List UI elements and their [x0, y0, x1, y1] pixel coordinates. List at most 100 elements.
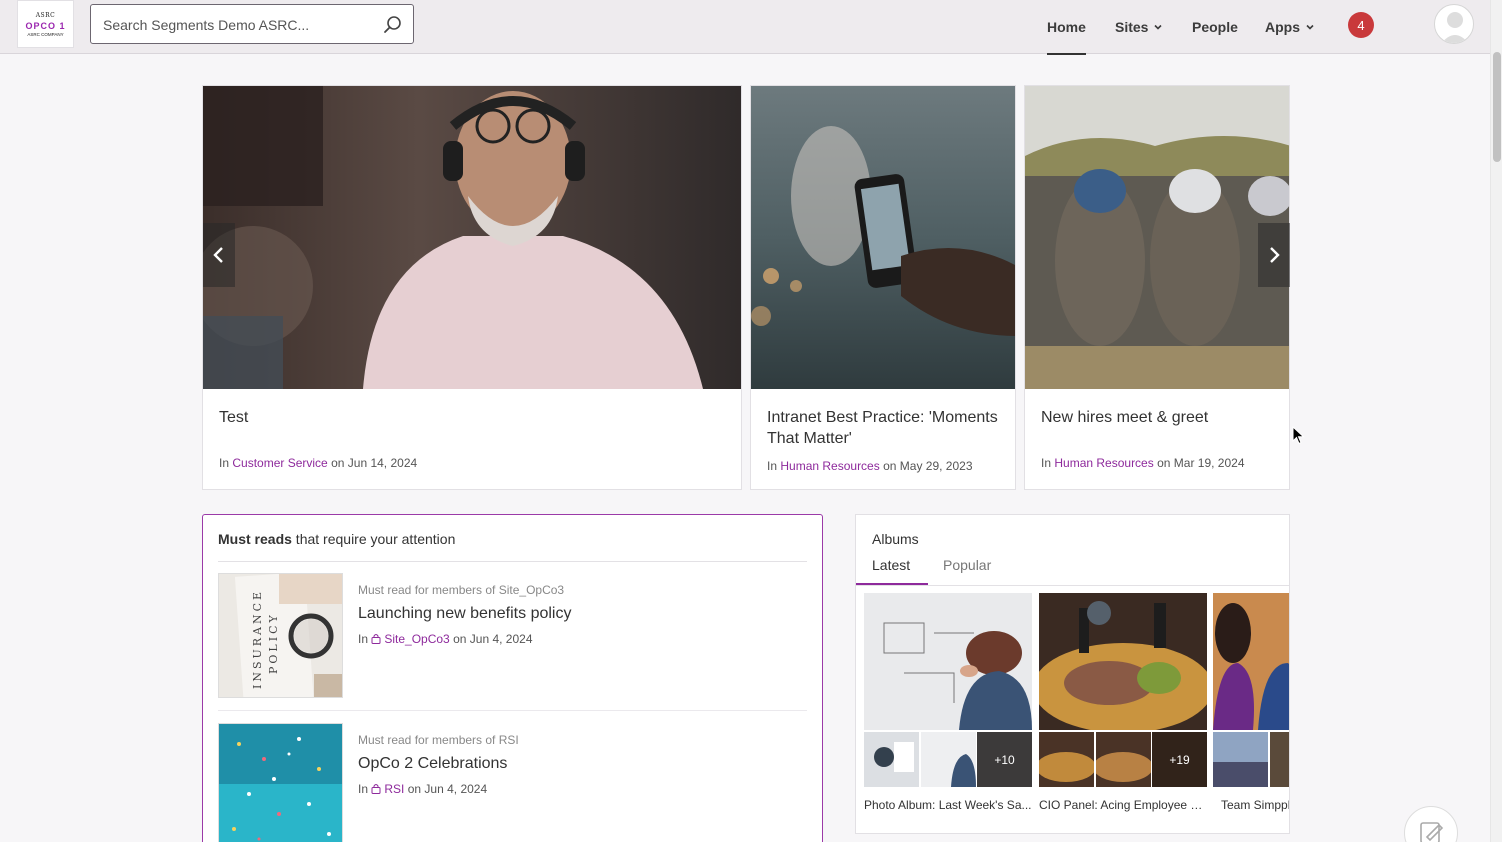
must-read-thumbnail[interactable]: INSURANCE POLICY — [218, 573, 343, 698]
album-thumbnail[interactable] — [1213, 732, 1268, 787]
nav-people[interactable]: People — [1192, 0, 1238, 54]
must-read-thumbnail[interactable] — [218, 723, 343, 842]
tabs-divider — [856, 585, 1289, 586]
must-read-subtitle: Must read for members of RSI — [358, 733, 519, 747]
meta-date-prefix: on — [453, 632, 467, 646]
mouse-pointer-icon — [1292, 426, 1305, 445]
search-input[interactable]: Search Segments Demo ASRC... — [90, 4, 414, 44]
album-caption[interactable]: Team Simppl — [1221, 798, 1289, 812]
nav-apps[interactable]: Apps — [1265, 0, 1315, 54]
featured-card-3[interactable]: New hires meet & greet In Human Resource… — [1024, 85, 1290, 490]
search-icon[interactable] — [383, 15, 403, 35]
album-photo — [1270, 732, 1289, 787]
album-thumbnail[interactable]: +10 — [977, 732, 1032, 787]
carousel-next-button[interactable] — [1258, 223, 1290, 287]
featured-meta: In Customer Service on Jun 14, 2024 — [219, 456, 417, 470]
logo-line-3: ASRC COMPANY — [27, 31, 64, 37]
post-date: Mar 19, 2024 — [1173, 456, 1245, 470]
meta-prefix: In — [358, 632, 369, 646]
album-thumbnail[interactable] — [1270, 732, 1289, 787]
divider — [218, 561, 807, 562]
nav-home[interactable]: Home — [1047, 0, 1086, 55]
must-read-item[interactable]: Must read for members of RSI OpCo 2 Cele… — [218, 723, 807, 842]
whiteboard-photo — [864, 593, 1032, 730]
confetti-image — [219, 724, 342, 842]
meta-date-prefix: on — [407, 782, 422, 796]
nav-apps-label: Apps — [1265, 19, 1300, 35]
site-link[interactable]: Customer Service — [232, 456, 327, 470]
post-date: Jun 14, 2024 — [347, 456, 418, 470]
must-read-title[interactable]: Launching new benefits policy — [358, 605, 571, 623]
post-date: Jun 4, 2024 — [469, 632, 533, 646]
meta-prefix: In — [1041, 456, 1052, 470]
tab-active-indicator — [856, 583, 928, 585]
album-more-count: +10 — [977, 732, 1032, 787]
must-read-item[interactable]: INSURANCE POLICY Must read for members o… — [218, 573, 807, 713]
album-thumbnail[interactable] — [1039, 732, 1094, 787]
album-photo — [921, 732, 976, 787]
must-reads-heading-bold: Must reads — [218, 531, 292, 547]
album-more-count: +19 — [1152, 732, 1207, 787]
nav-home-label: Home — [1047, 19, 1086, 35]
site-link[interactable]: Human Resources — [780, 459, 879, 473]
album-thumbnail[interactable] — [864, 732, 919, 787]
scrollbar-thumb[interactable] — [1493, 52, 1501, 162]
featured-title[interactable]: Test — [219, 407, 725, 428]
must-read-title[interactable]: OpCo 2 Celebrations — [358, 755, 507, 773]
team-event-photo — [1213, 593, 1289, 730]
site-link[interactable]: RSI — [384, 782, 404, 796]
album-cover[interactable] — [1213, 593, 1289, 730]
lock-icon — [371, 634, 381, 644]
featured-card-2[interactable]: Intranet Best Practice: 'Moments That Ma… — [750, 85, 1016, 490]
album-thumbnail[interactable]: +19 — [1152, 732, 1207, 787]
post-date: May 29, 2023 — [899, 459, 973, 473]
album-caption[interactable]: Photo Album: Last Week's Sa... — [864, 798, 1032, 812]
carousel-prev-button[interactable] — [203, 223, 235, 287]
album-photo — [1213, 732, 1268, 787]
company-logo[interactable]: ASRC OPCO 1 ASRC COMPANY — [17, 0, 74, 48]
meta-prefix: In — [358, 782, 369, 796]
user-silhouette-icon — [1441, 12, 1469, 43]
floating-action-button[interactable] — [1404, 806, 1458, 842]
chevron-down-icon — [1306, 24, 1314, 30]
must-read-meta: In Site_OpCo3 on Jun 4, 2024 — [358, 632, 533, 646]
site-link[interactable]: Site_OpCo3 — [384, 632, 449, 646]
notifications-badge[interactable]: 4 — [1348, 12, 1374, 38]
featured-image-phone-photo — [751, 86, 1015, 389]
nav-people-label: People — [1192, 19, 1238, 35]
top-header: ASRC OPCO 1 ASRC COMPANY Search Segments… — [0, 0, 1490, 55]
chevron-left-icon — [213, 247, 223, 263]
user-avatar[interactable] — [1434, 4, 1474, 44]
site-link[interactable]: Human Resources — [1054, 456, 1153, 470]
album-thumbnail[interactable] — [921, 732, 976, 787]
insurance-policy-image: INSURANCE POLICY — [219, 574, 342, 697]
featured-card-1[interactable]: Test In Customer Service on Jun 14, 2024 — [202, 85, 742, 490]
must-read-subtitle: Must read for members of Site_OpCo3 — [358, 583, 565, 597]
chevron-down-icon — [1154, 24, 1163, 30]
must-read-meta: In RSI on Jun 4, 2024 — [358, 782, 487, 796]
meta-date-prefix: on — [1157, 456, 1171, 470]
tab-popular[interactable]: Popular — [943, 557, 991, 573]
logo-line-1: ASRC — [35, 11, 56, 19]
must-reads-heading: Must reads that require your attention — [218, 531, 455, 547]
meta-date-prefix: on — [883, 459, 897, 473]
album-thumbnail[interactable] — [1096, 732, 1151, 787]
featured-meta: In Human Resources on Mar 19, 2024 — [1041, 456, 1245, 470]
featured-title[interactable]: New hires meet & greet — [1041, 407, 1273, 428]
svg-text:POLICY: POLICY — [267, 612, 280, 674]
must-reads-panel: Must reads that require your attention I… — [202, 514, 823, 842]
edit-note-icon — [1420, 822, 1444, 842]
meta-prefix: In — [219, 456, 230, 470]
post-date: Jun 4, 2024 — [424, 782, 488, 796]
album-cover[interactable] — [864, 593, 1032, 730]
album-photo — [1096, 732, 1151, 787]
album-caption[interactable]: CIO Panel: Acing Employee E... — [1039, 798, 1207, 812]
food-platter-photo — [1039, 593, 1207, 730]
album-cover[interactable] — [1039, 593, 1207, 730]
meta-prefix: In — [767, 459, 778, 473]
featured-image-mud-run — [1025, 86, 1289, 389]
chevron-right-icon — [1270, 247, 1280, 263]
nav-sites[interactable]: Sites — [1115, 0, 1163, 54]
tab-latest[interactable]: Latest — [872, 557, 910, 573]
featured-title[interactable]: Intranet Best Practice: 'Moments That Ma… — [767, 407, 999, 449]
